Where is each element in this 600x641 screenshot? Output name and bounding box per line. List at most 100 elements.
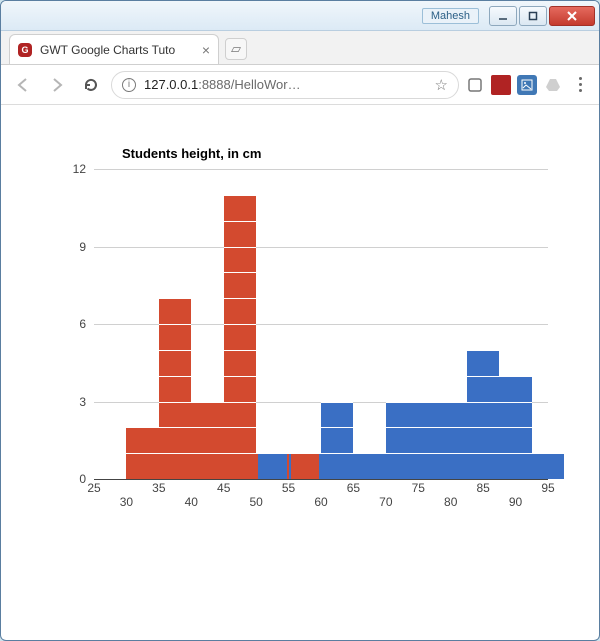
bar bbox=[258, 453, 286, 479]
bar bbox=[386, 402, 418, 480]
bar bbox=[191, 402, 223, 480]
bar-segment bbox=[467, 453, 499, 479]
page-content: Students height, in cm 036912 2535455565… bbox=[2, 106, 598, 639]
square-icon bbox=[468, 78, 482, 92]
extension-icon-3[interactable] bbox=[517, 75, 537, 95]
tab-active[interactable]: G GWT Google Charts Tuto × bbox=[9, 34, 219, 64]
bars-layer bbox=[94, 169, 548, 479]
minimize-button[interactable] bbox=[489, 6, 517, 26]
bar bbox=[467, 350, 499, 479]
url-path: /HelloWor… bbox=[231, 77, 301, 92]
bar-segment bbox=[467, 350, 499, 376]
extension-icon-2[interactable] bbox=[491, 75, 511, 95]
x-tick-label: 90 bbox=[509, 495, 522, 509]
bar-segment bbox=[467, 427, 499, 453]
chart-plot: 036912 253545556575859530405060708090 bbox=[52, 169, 558, 509]
site-info-icon[interactable]: i bbox=[122, 78, 136, 92]
bar-segment bbox=[224, 427, 256, 453]
bar-segment bbox=[159, 324, 191, 350]
x-tick-label: 35 bbox=[152, 481, 165, 495]
bar-segment bbox=[499, 453, 531, 479]
bar-segment bbox=[126, 453, 158, 479]
bar bbox=[224, 195, 256, 479]
x-tick-label: 50 bbox=[249, 495, 262, 509]
back-button[interactable] bbox=[9, 71, 37, 99]
y-tick-label: 12 bbox=[73, 162, 86, 176]
bar-segment bbox=[159, 350, 191, 376]
close-button[interactable] bbox=[549, 6, 595, 26]
address-bar[interactable]: i 127.0.0.1:8888/HelloWor… ☆ bbox=[111, 71, 459, 99]
bar-segment bbox=[159, 298, 191, 324]
bar bbox=[126, 427, 158, 479]
arrow-right-icon bbox=[48, 76, 66, 94]
reload-icon bbox=[82, 76, 100, 94]
bar-segment bbox=[126, 427, 158, 453]
drive-icon bbox=[545, 78, 561, 92]
bar-segment bbox=[499, 427, 531, 453]
bar-segment bbox=[386, 453, 418, 479]
bar-segment bbox=[224, 247, 256, 273]
bar-segment bbox=[159, 427, 191, 453]
browser-window: Mahesh G GWT Google Charts Tuto × ▱ i bbox=[0, 0, 600, 641]
x-tick-label: 25 bbox=[87, 481, 100, 495]
bar-segment bbox=[386, 402, 418, 428]
bar bbox=[532, 453, 564, 479]
x-tick-label: 80 bbox=[444, 495, 457, 509]
arrow-left-icon bbox=[14, 76, 32, 94]
tab-favicon: G bbox=[18, 43, 32, 57]
bar-segment bbox=[224, 324, 256, 350]
chart: Students height, in cm 036912 2535455565… bbox=[52, 146, 558, 589]
bar-segment bbox=[191, 453, 223, 479]
picture-icon bbox=[521, 79, 533, 91]
bar-segment bbox=[159, 376, 191, 402]
bar-segment bbox=[191, 402, 223, 428]
bar-segment bbox=[224, 402, 256, 428]
bar-segment bbox=[467, 402, 499, 428]
tab-close-icon[interactable]: × bbox=[202, 43, 210, 57]
close-icon bbox=[566, 10, 578, 22]
browser-menu-button[interactable] bbox=[569, 77, 591, 92]
reload-button[interactable] bbox=[77, 71, 105, 99]
bar-segment bbox=[386, 427, 418, 453]
window-titlebar: Mahesh bbox=[1, 1, 599, 31]
bar-segment bbox=[321, 427, 353, 453]
x-tick-label: 55 bbox=[282, 481, 295, 495]
bar-segment bbox=[224, 195, 256, 221]
y-tick-label: 0 bbox=[79, 472, 86, 486]
forward-button[interactable] bbox=[43, 71, 71, 99]
bar-segment bbox=[159, 402, 191, 428]
x-tick-label: 70 bbox=[379, 495, 392, 509]
url-port: :8888 bbox=[198, 77, 231, 92]
bar bbox=[159, 298, 191, 479]
x-tick-label: 45 bbox=[217, 481, 230, 495]
y-tick-label: 3 bbox=[79, 395, 86, 409]
tab-title: GWT Google Charts Tuto bbox=[40, 43, 194, 57]
bar-segment bbox=[321, 402, 353, 428]
x-tick-label: 85 bbox=[476, 481, 489, 495]
url-text: 127.0.0.1:8888/HelloWor… bbox=[144, 77, 427, 92]
maximize-icon bbox=[528, 11, 538, 21]
chart-title: Students height, in cm bbox=[122, 146, 558, 161]
bar-segment bbox=[224, 376, 256, 402]
plot-area: 036912 bbox=[94, 169, 548, 479]
maximize-button[interactable] bbox=[519, 6, 547, 26]
browser-toolbar: i 127.0.0.1:8888/HelloWor… ☆ bbox=[1, 65, 599, 105]
y-tick-label: 9 bbox=[79, 240, 86, 254]
bar-segment bbox=[191, 427, 223, 453]
x-axis: 253545556575859530405060708090 bbox=[94, 479, 548, 509]
y-tick-label: 6 bbox=[79, 317, 86, 331]
x-tick-label: 40 bbox=[185, 495, 198, 509]
x-tick-label: 30 bbox=[120, 495, 133, 509]
extension-icon-4[interactable] bbox=[543, 75, 563, 95]
bar bbox=[353, 453, 385, 479]
bookmark-star-icon[interactable]: ☆ bbox=[435, 76, 448, 94]
profile-badge[interactable]: Mahesh bbox=[422, 8, 479, 24]
bar-segment bbox=[159, 453, 191, 479]
extension-icon-1[interactable] bbox=[465, 75, 485, 95]
bar-segment bbox=[321, 453, 353, 479]
new-tab-button[interactable]: ▱ bbox=[225, 38, 247, 60]
x-tick-label: 60 bbox=[314, 495, 327, 509]
bar-segment bbox=[418, 402, 450, 428]
bar-segment bbox=[532, 453, 564, 479]
bar-segment bbox=[224, 298, 256, 324]
